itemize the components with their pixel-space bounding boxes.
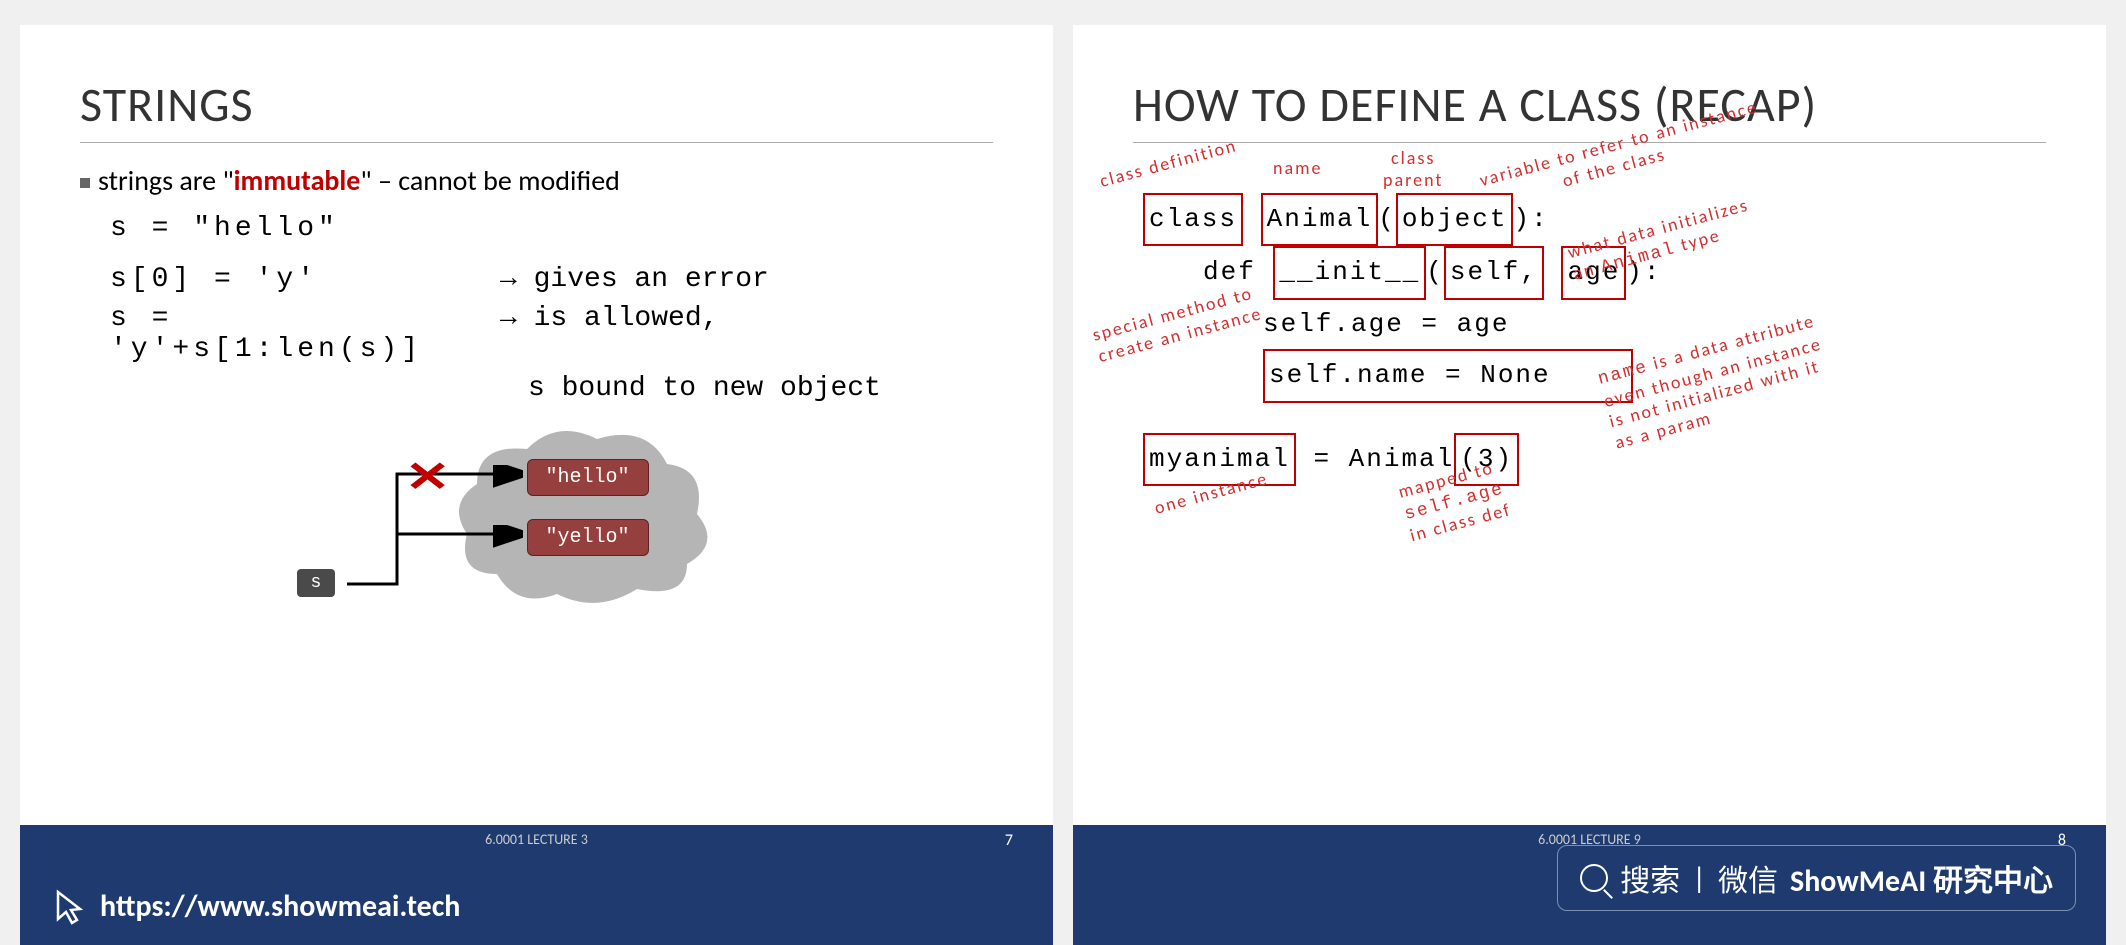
bullet-icon [80,178,90,188]
slide-right: HOW TO DEFINE A CLASS (RECAP) class Anim… [1073,25,2106,945]
box-class: class [1143,193,1243,246]
slide-left: STRINGS strings are "immutable" – cannot… [20,25,1053,945]
bullet-emph: immutable [234,163,361,198]
footer-lecture-label: 6.0001 LECTURE 3 [485,831,588,848]
code-line-2: s[0] = 'y' [110,264,500,295]
box-init: __init__ [1273,246,1426,299]
footer-url: https://www.showmeai.tech [100,888,460,925]
code-line-selfage: self.age = age [1143,300,2046,349]
bullet-pre: strings are " [98,163,234,198]
code-note-error: → gives an error [500,264,769,295]
code-block: s = "hello" s[0] = 'y' → gives an error … [80,213,993,404]
box-selfname: self.name = None [1263,349,1633,402]
text-assign: = Animal [1313,444,1454,474]
footer-left: 6.0001 LECTURE 3 7 https://www.showmeai.… [20,825,1053,945]
search-sep: | [1692,860,1706,897]
bullet-immutable: strings are "immutable" – cannot be modi… [80,163,993,198]
anno-classdef: class definition [1098,135,1240,192]
code-note-bound: s bound to new object [500,373,881,404]
class-code-block: class Animal(object): def __init__(self,… [1133,193,2046,486]
box-self: self, [1444,246,1544,299]
search-label-2: 微信 [1718,856,1778,900]
bullet-text: strings are "immutable" – cannot be modi… [98,163,620,198]
obj-hello-box: "hello" [527,459,649,496]
bullet-post: " – cannot be modified [360,163,619,198]
footer-right: 6.0001 LECTURE 9 8 搜索 | 微信 ShowMeAI 研究中心 [1073,825,2106,945]
slide-right-content: HOW TO DEFINE A CLASS (RECAP) class Anim… [1073,25,2106,825]
slide-title: STRINGS [80,75,993,143]
box-myanimal: myanimal [1143,433,1296,486]
var-s-box: s [297,569,336,597]
box-animal: Animal [1261,193,1379,246]
search-brand: ShowMeAI 研究中心 [1790,856,2053,900]
code-line-3: s = 'y'+s[1:len(s)] [110,303,500,365]
code-row-instance: myanimal = Animal(3) [1143,433,2046,486]
cursor-icon [50,887,90,927]
red-x-icon: ✕ [404,452,450,503]
anno-parent: classparent [1383,148,1443,191]
code-line-1: s = "hello" [110,213,500,244]
anno-name: name [1273,158,1322,180]
search-label-1: 搜索 [1620,856,1680,900]
search-icon [1580,864,1608,892]
slide-left-content: STRINGS strings are "immutable" – cannot… [20,25,1053,825]
memory-diagram: "hello" "yello" s ✕ [277,414,797,634]
slide-title-right: HOW TO DEFINE A CLASS (RECAP) [1133,75,2046,143]
search-pill: 搜索 | 微信 ShowMeAI 研究中心 [1557,845,2076,911]
footer-page-number: 7 [1005,831,1013,850]
obj-yello-box: "yello" [527,519,649,556]
code-note-allowed: → is allowed, [500,303,718,365]
